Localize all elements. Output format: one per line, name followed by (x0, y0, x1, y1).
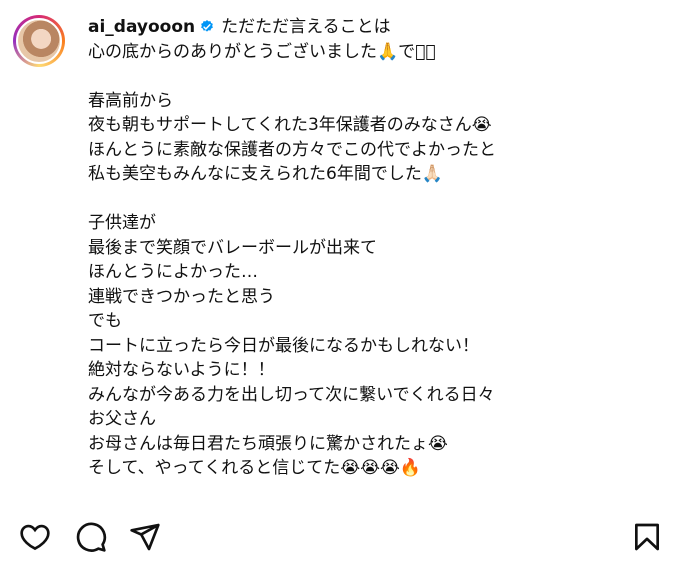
heart-icon (20, 524, 50, 551)
caption-line: お父さん (88, 409, 156, 429)
paper-plane-icon (130, 523, 160, 551)
avatar-story-ring[interactable] (13, 15, 65, 67)
caption-line: 私も美空もみんなに支えられた6年間でした🙏🏻 (88, 164, 443, 184)
caption-line: 連戦できつかったと思う (88, 286, 275, 307)
caption-line: でも (88, 311, 122, 331)
caption-line: お母さんは毎日君たち頑張りに驚かされたょ😭 (88, 433, 448, 454)
caption-line: ただただ言えることは (221, 17, 391, 37)
caption-line: そして、やってくれると信じてた😭😭😭🔥 (88, 458, 422, 478)
instagram-post: ai_dayooon ただただ言えることは 心の底からのありがとうございました🙏… (0, 0, 680, 572)
post-actions (0, 520, 680, 568)
caption-first-line: ai_dayooon ただただ言えることは (88, 15, 648, 40)
save-button[interactable] (630, 520, 664, 554)
caption-line: 心の底からのありがとうございました🙏です🏻 (88, 41, 436, 62)
comment-button[interactable] (74, 520, 108, 554)
comment-icon (76, 522, 107, 552)
caption-line: 春高前から (88, 90, 173, 111)
bookmark-icon (635, 523, 659, 551)
caption-line: コートに立ったら今日が最後になるかもしれない！ (88, 335, 479, 356)
caption-line: 最後まで笑顔でバレーボールが出来て (88, 237, 377, 258)
post-caption: ai_dayooon ただただ言えることは 心の底からのありがとうございました🙏… (88, 15, 648, 481)
verified-badge-icon (201, 20, 214, 32)
caption-line: ほんとうに素敵な保護者の方々でこの代でよかったと (88, 139, 496, 160)
username-link[interactable]: ai_dayooon (88, 15, 195, 40)
caption-line: 子供達が (88, 213, 156, 233)
caption-line: 絶対ならないように！！ (88, 360, 275, 380)
like-button[interactable] (18, 520, 52, 554)
caption-line: みんなが今ある力を出し切って次に繋いでくれる日々 (88, 384, 495, 405)
caption-line: ほんとうによかった… (88, 262, 258, 282)
avatar[interactable] (16, 18, 62, 64)
caption-line: 夜も朝もサポートしてくれた3年保護者のみなさん😭 (88, 115, 492, 135)
share-button[interactable] (128, 520, 162, 554)
